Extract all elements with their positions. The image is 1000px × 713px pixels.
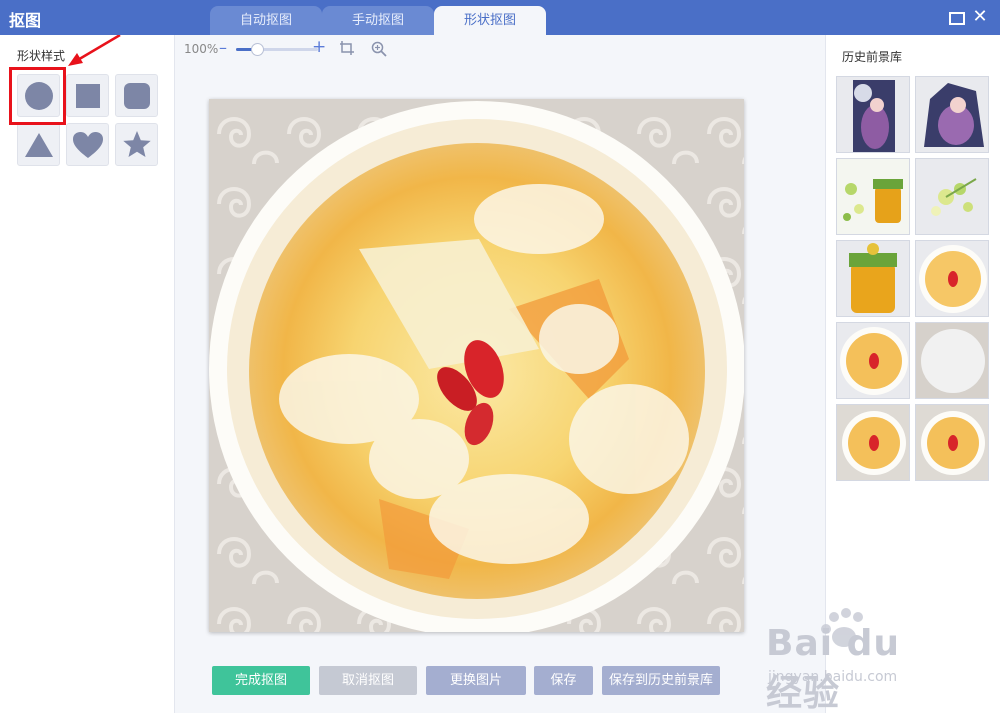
star-icon	[122, 130, 151, 157]
soup-bowl-cutout-image	[916, 241, 988, 316]
history-thumb-6[interactable]	[915, 240, 989, 317]
fit-zoom-icon[interactable]	[371, 41, 387, 57]
shape-rounded-square-button[interactable]	[115, 74, 158, 117]
close-icon[interactable]: ✕	[972, 8, 988, 26]
history-thumb-10[interactable]	[915, 404, 989, 481]
shape-panel: 形状样式	[0, 35, 175, 713]
finish-cutout-button[interactable]: 完成抠图	[212, 666, 310, 695]
zoom-slider-handle[interactable]	[250, 43, 264, 56]
cancel-cutout-button[interactable]: 取消抠图	[319, 666, 417, 695]
shape-triangle-button[interactable]	[17, 123, 60, 166]
save-to-history-button[interactable]: 保存到历史前景库	[602, 666, 720, 695]
triangle-icon	[24, 132, 53, 157]
history-thumb-9[interactable]	[836, 404, 910, 481]
tab-auto-cutout[interactable]: 自动抠图	[210, 6, 322, 35]
history-thumb-8[interactable]	[915, 322, 989, 399]
soup-bowl-square-2-image	[916, 405, 988, 480]
anime-figures-image	[837, 77, 909, 152]
history-thumb-4[interactable]	[915, 158, 989, 235]
watermark-text: Bai du 经验	[766, 623, 901, 713]
honey-jar-flowers-image	[837, 159, 909, 234]
shape-square-button[interactable]	[66, 74, 109, 117]
zoom-slider[interactable]	[236, 43, 318, 56]
arrow-annotation-icon	[68, 35, 121, 66]
crop-icon[interactable]	[339, 40, 355, 56]
white-circle-image	[916, 323, 988, 398]
history-thumb-5[interactable]	[836, 240, 910, 317]
flowers-cutout-image	[916, 159, 988, 234]
soup-bowl-image	[837, 323, 909, 398]
tab-manual-cutout[interactable]: 手动抠图	[322, 6, 434, 35]
honey-jar-image	[837, 241, 909, 316]
rounded-square-icon	[123, 82, 150, 109]
save-button[interactable]: 保存	[534, 666, 593, 695]
title-bar: 抠图 自动抠图 手动抠图 形状抠图 ✕	[0, 0, 1000, 35]
history-thumb-7[interactable]	[836, 322, 910, 399]
maximize-icon[interactable]	[948, 9, 965, 25]
selection-highlight	[9, 67, 66, 125]
replace-image-button[interactable]: 更换图片	[426, 666, 526, 695]
anime-figures-cutout-image	[916, 77, 988, 152]
shape-star-button[interactable]	[115, 123, 158, 166]
soup-bowl-square-image	[837, 405, 909, 480]
canvas-image[interactable]	[209, 99, 744, 632]
app-title: 抠图	[9, 11, 42, 30]
history-panel-title: 历史前景库	[842, 50, 903, 64]
square-icon	[75, 83, 100, 108]
watermark-subtext: jingyan.baidu.com	[768, 669, 898, 685]
zoom-in-icon[interactable]: +	[312, 37, 326, 57]
shape-heart-button[interactable]	[66, 123, 109, 166]
zoom-percent: 100%	[184, 42, 219, 56]
heart-icon	[72, 131, 103, 158]
history-thumb-1[interactable]	[836, 76, 910, 153]
history-thumb-3[interactable]	[836, 158, 910, 235]
zoom-out-icon[interactable]: –	[219, 38, 227, 57]
soup-bowl-photo	[209, 99, 744, 632]
tab-shape-cutout[interactable]: 形状抠图	[434, 6, 546, 35]
history-thumb-2[interactable]	[915, 76, 989, 153]
baidu-watermark: Bai du 经验 jingyan.baidu.com	[760, 603, 950, 713]
